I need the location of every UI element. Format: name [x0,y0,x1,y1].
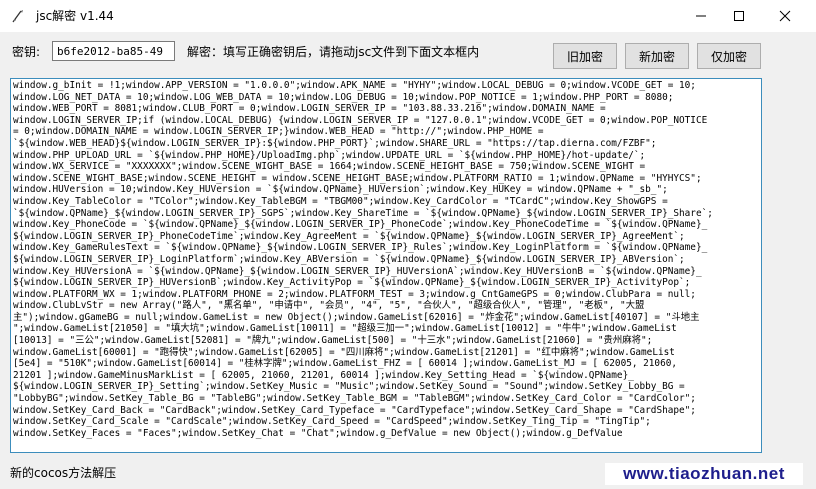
window-title: jsc解密 v1.44 [36,9,114,23]
key-input[interactable] [52,41,175,61]
watermark: www.tiaozhuan.net [605,463,803,485]
key-label: 密钥: [12,45,41,59]
app-window: jsc解密 v1.44 密钥: 解密：填写正确密钥后，请拖动jsc文件到下面文本… [0,0,816,489]
title-bar[interactable]: jsc解密 v1.44 [0,0,816,32]
only-encrypt-button[interactable]: 仅加密 [697,43,761,69]
new-encrypt-button[interactable]: 新加密 [625,43,689,69]
maximize-icon [733,10,745,22]
decrypt-hint: 解密：填写正确密钥后，请拖动jsc文件到下面文本框内 [187,45,480,59]
feather-pen-icon [10,8,26,24]
maximize-button[interactable] [716,0,762,32]
old-encrypt-button[interactable]: 旧加密 [553,43,617,69]
close-button[interactable] [762,0,808,32]
output-text-area[interactable]: window.g_bInit = !1;window.APP_VERSION =… [10,78,762,453]
close-icon [779,10,791,22]
minimize-icon [695,10,707,22]
decrypted-code-text[interactable]: window.g_bInit = !1;window.APP_VERSION =… [13,80,749,450]
status-text: 新的cocos方法解压 [10,466,117,480]
